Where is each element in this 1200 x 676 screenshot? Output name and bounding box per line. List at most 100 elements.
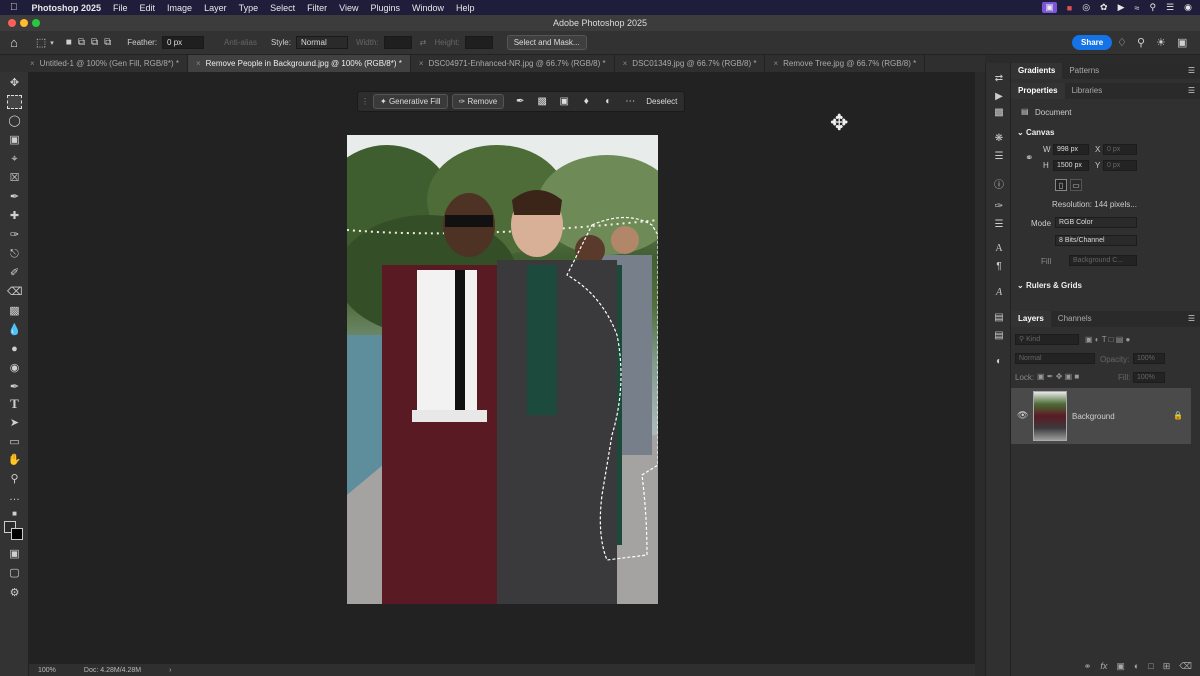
canvas-height-input[interactable]: 1500 px [1053, 160, 1089, 171]
layer-row[interactable]: 👁 Background 🔒 [1011, 388, 1191, 444]
document-image[interactable] [347, 135, 658, 604]
visibility-eye-icon[interactable]: 👁 [1017, 410, 1028, 421]
gradient-tool-icon[interactable]: ▩ [7, 304, 22, 318]
info-panel-icon[interactable]: ⓘ [993, 176, 1005, 191]
hand-tool-icon[interactable]: ✋ [7, 453, 22, 467]
frame-tool-icon[interactable]: ☒ [7, 171, 22, 185]
style-select[interactable]: Normal [295, 36, 348, 49]
panel-menu-icon[interactable]: ☰ [1188, 86, 1195, 95]
status-icon[interactable]: ■ [1067, 3, 1072, 13]
color-panel-icon[interactable]: ◐ [993, 356, 1005, 367]
panel-menu-icon[interactable]: ☰ [1188, 66, 1195, 75]
close-tab-icon[interactable]: × [196, 59, 201, 68]
landscape-orientation-icon[interactable]: ▭ [1070, 179, 1082, 191]
brushes-panel-icon[interactable]: ✑ [993, 201, 1005, 212]
close-tab-icon[interactable]: × [773, 59, 778, 68]
close-window-button[interactable] [8, 19, 16, 27]
canvas-width-input[interactable]: 998 px [1053, 144, 1089, 155]
doc-tab-dsc04971[interactable]: × DSC04971-Enhanced-NR.jpg @ 66.7% (RGB/8… [411, 55, 615, 72]
modify-selection-icon[interactable]: ✒ [514, 96, 526, 107]
add-mask-icon[interactable]: ▣ [1116, 661, 1125, 672]
brush-tool-icon[interactable]: ✑ [7, 228, 22, 242]
sponge-tool-icon[interactable]: ◉ [7, 361, 22, 375]
play-icon[interactable]: ▶ [1118, 2, 1125, 13]
doc-tab-dsc01349[interactable]: × DSC01349.jpg @ 66.7% (RGB/8) * [615, 55, 766, 72]
workspace-icon[interactable]: ▣ [1177, 36, 1187, 49]
menu-edit[interactable]: Edit [140, 3, 156, 13]
plugins-panel-icon[interactable]: ❋ [993, 133, 1005, 144]
generative-fill-button[interactable]: ✦ Generative Fill [373, 94, 448, 109]
notes-panel-icon[interactable]: ▤ [993, 330, 1005, 341]
chevron-right-icon[interactable]: › [169, 667, 171, 674]
menu-file[interactable]: File [113, 3, 128, 13]
minimize-window-button[interactable] [20, 19, 28, 27]
blend-mode-select[interactable]: Normal [1015, 353, 1095, 364]
more-tools-icon[interactable]: … [7, 490, 22, 504]
object-selection-tool-icon[interactable]: ▣ [7, 133, 22, 147]
zoom-tool-icon[interactable]: ⚲ [7, 472, 22, 486]
app-menu[interactable]: Photoshop 2025 [32, 3, 102, 13]
marquee-tool-icon[interactable]: ⬚ [36, 36, 46, 49]
history-panel-icon[interactable]: ⇄ [993, 73, 1005, 84]
select-subject-icon[interactable]: ▩ [536, 96, 548, 107]
rulers-grids-section-header[interactable]: ⌄ Rulers & Grids [1017, 281, 1082, 290]
canvas-y-input[interactable]: 0 px [1103, 160, 1137, 171]
apple-icon[interactable]:  [10, 2, 18, 13]
adjustments-panel-icon[interactable]: ☰ [993, 219, 1005, 230]
tab-patterns[interactable]: Patterns [1062, 63, 1106, 79]
add-selection-icon[interactable]: ⧉ [78, 37, 85, 48]
antialias-checkbox[interactable]: Anti-alias [224, 38, 257, 47]
link-layers-icon[interactable]: ⚭ [1084, 661, 1092, 672]
opacity-input[interactable]: 100% [1133, 353, 1165, 364]
healing-brush-tool-icon[interactable]: ✚ [7, 209, 22, 223]
share-button[interactable]: Share [1072, 35, 1113, 50]
creative-cloud-icon[interactable]: ✿ [1100, 2, 1108, 13]
control-center-icon[interactable]: ☰ [1166, 2, 1174, 13]
blur-tool-icon[interactable]: 💧 [7, 323, 22, 337]
width-input[interactable] [383, 36, 412, 49]
intersect-selection-icon[interactable]: ⧉ [104, 37, 111, 48]
layers-comp-icon[interactable]: ▤ [993, 312, 1005, 323]
new-selection-icon[interactable]: ■ [66, 37, 72, 48]
quick-mask-icon[interactable]: ▣ [7, 547, 22, 561]
comments-panel-icon[interactable]: ▩ [993, 107, 1005, 118]
maximize-window-button[interactable] [32, 19, 40, 27]
tab-gradients[interactable]: Gradients [1011, 63, 1063, 79]
crop-tool-icon[interactable]: ⌖ [7, 152, 22, 166]
default-colors-icon[interactable]: ■ [7, 507, 22, 521]
properties-stack-icon[interactable]: ☰ [993, 151, 1005, 162]
wifi-icon[interactable]: ≈ [1135, 3, 1140, 13]
fill-icon[interactable]: ♦ [580, 96, 592, 107]
close-tab-icon[interactable]: × [30, 59, 35, 68]
mask-icon[interactable]: ▣ [558, 96, 570, 107]
edit-toolbar-icon[interactable]: ⚙ [7, 586, 22, 600]
tab-channels[interactable]: Channels [1051, 311, 1099, 327]
deselect-button[interactable]: Deselect [646, 97, 677, 106]
subtract-selection-icon[interactable]: ⧉ [91, 37, 98, 48]
bits-select[interactable]: 8 Bits/Channel [1055, 235, 1137, 246]
menu-extra-icon[interactable]: ◎ [1082, 2, 1090, 13]
home-icon[interactable]: ⌂ [10, 35, 18, 50]
menu-window[interactable]: Window [412, 3, 444, 13]
swap-icon[interactable]: ⇄ [420, 38, 427, 47]
doc-tab-remove-people[interactable]: × Remove People in Background.jpg @ 100% … [187, 55, 411, 72]
menu-filter[interactable]: Filter [307, 3, 327, 13]
select-and-mask-button[interactable]: Select and Mask... [506, 35, 587, 50]
link-icon[interactable]: ⚭ [1025, 153, 1033, 164]
tab-properties[interactable]: Properties [1011, 83, 1065, 99]
type-tool-icon[interactable]: T [7, 397, 22, 411]
menu-type[interactable]: Type [239, 3, 259, 13]
pen-tool-icon[interactable]: ✒ [7, 380, 22, 394]
paragraph-panel-icon[interactable]: ¶ [993, 261, 1005, 272]
doc-tab-untitled[interactable]: × Untitled-1 @ 100% (Gen Fill, RGB/8*) * [0, 55, 188, 72]
more-options-icon[interactable]: ⋯ [624, 96, 636, 107]
adjustment-icon[interactable]: ◐ [602, 96, 614, 107]
search-app-icon[interactable]: ⚲ [1137, 36, 1145, 49]
portrait-orientation-icon[interactable]: ▯ [1055, 179, 1067, 191]
menu-help[interactable]: Help [456, 3, 475, 13]
panel-menu-icon[interactable]: ☰ [1188, 314, 1195, 323]
drag-handle-icon[interactable]: ⋮ [361, 97, 369, 106]
tab-libraries[interactable]: Libraries [1065, 83, 1110, 99]
adjustment-layer-icon[interactable]: ◐ [1134, 661, 1139, 671]
layer-name[interactable]: Background [1072, 412, 1115, 421]
